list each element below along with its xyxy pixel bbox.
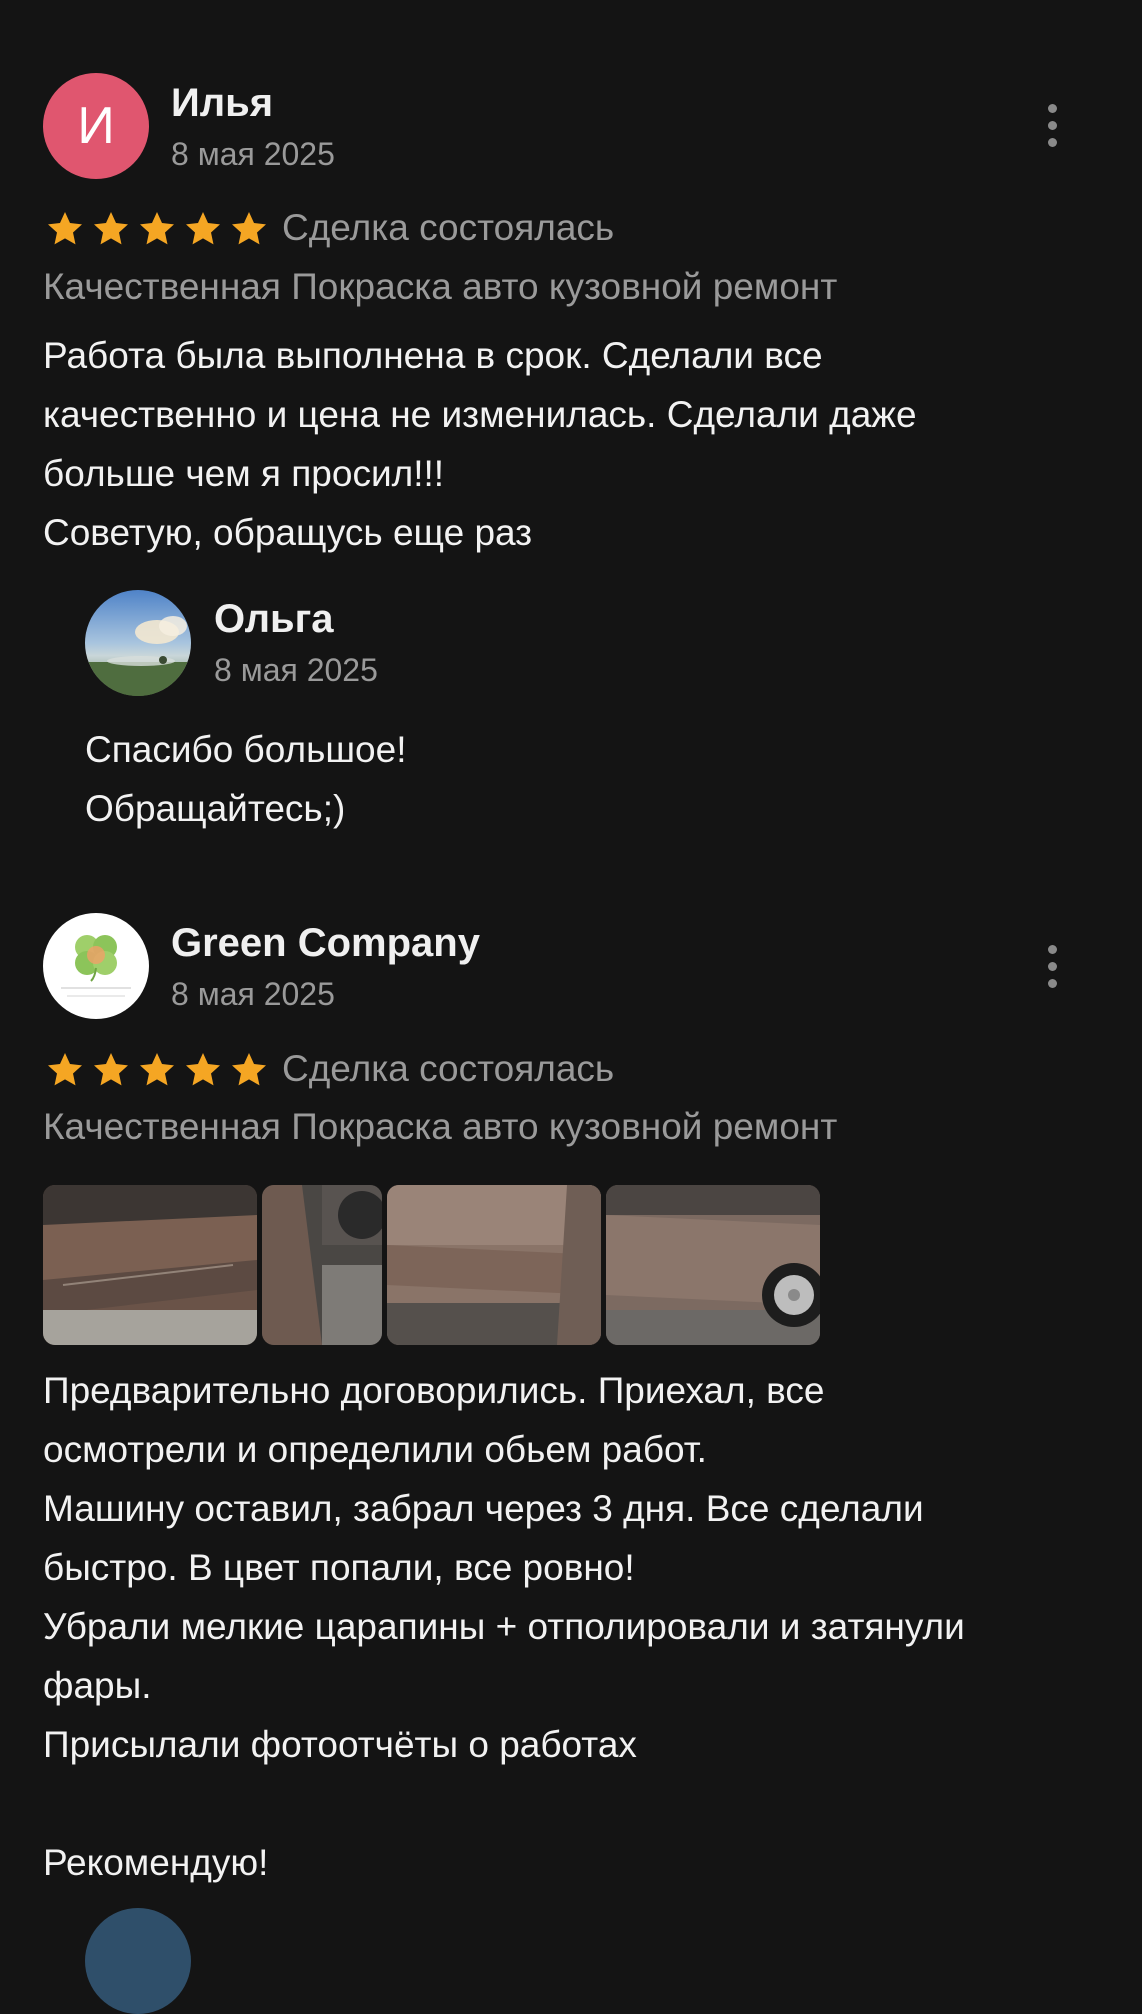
star-icon <box>186 1053 220 1086</box>
star-icon <box>94 1053 128 1086</box>
review-text-line: Советую, обращусь еще раз <box>43 512 533 553</box>
review-text-line: качественно и цена не изменилась. Сделал… <box>43 394 917 435</box>
star-icon <box>94 212 128 245</box>
rating-stars <box>44 209 270 249</box>
review-text-line: осмотрели и определили обьем работ. <box>43 1429 707 1470</box>
review-text-line: Рекомендую! <box>43 1842 269 1883</box>
dot <box>1047 137 1057 147</box>
review-text: Предварительно договорились. Приехал, вс… <box>43 1361 965 1892</box>
company-avatar[interactable] <box>43 913 149 1019</box>
service-title[interactable]: Качественная Покраска авто кузовной ремо… <box>43 266 837 308</box>
review-text-line: Присылали фотоотчёты о работах <box>43 1724 637 1765</box>
reply-text-line: Обращайтесь;) <box>85 788 346 829</box>
review-text-line: Предварительно договорились. Приехал, вс… <box>43 1370 825 1411</box>
car-rear-wheel-photo[interactable] <box>262 1185 382 1345</box>
dot <box>1047 103 1057 113</box>
reply-date: 8 мая 2025 <box>214 652 378 688</box>
more-options-button[interactable] <box>1032 95 1072 155</box>
clover-logo-icon <box>61 935 131 997</box>
review-card: И Илья 8 мая 2025 Сделка состоялась Каче… <box>0 0 1142 860</box>
dot <box>1047 978 1057 988</box>
car-rear-fender-photo[interactable] <box>606 1185 820 1345</box>
next-review-avatar <box>85 1908 191 2014</box>
star-icon <box>140 212 174 245</box>
service-title[interactable]: Качественная Покраска авто кузовной ремо… <box>43 1106 837 1148</box>
reply-text: Спасибо большое! Обращайтесь;) <box>85 720 407 838</box>
review-date: 8 мая 2025 <box>171 136 335 172</box>
star-icon <box>140 1053 174 1086</box>
review-text-line: Работа была выполнена в срок. Сделали вс… <box>43 335 823 376</box>
reply-avatar[interactable] <box>85 590 191 696</box>
review-text-line: быстро. В цвет попали, все ровно! <box>43 1547 635 1588</box>
review-date: 8 мая 2025 <box>171 976 335 1012</box>
more-options-button[interactable] <box>1032 936 1072 996</box>
car-door-sill-photo[interactable] <box>43 1185 257 1345</box>
star-icon <box>48 212 82 245</box>
review-text-line: Машину оставил, забрал через 3 дня. Все … <box>43 1488 924 1529</box>
star-icon <box>232 212 266 245</box>
review-photos <box>43 1185 820 1345</box>
avatar-letter: И <box>77 97 115 155</box>
rating-stars <box>44 1050 270 1090</box>
avatar[interactable]: И <box>43 73 149 179</box>
car-side-panel-photo[interactable] <box>387 1185 601 1345</box>
author-name[interactable]: Green Company <box>171 921 480 966</box>
review-text-line <box>43 1774 965 1833</box>
deal-status: Сделка состоялась <box>282 207 615 248</box>
dot <box>1047 944 1057 954</box>
review-text: Работа была выполнена в срок. Сделали вс… <box>43 326 917 562</box>
review-text-line: больше чем я просил!!! <box>43 453 445 494</box>
review-text-line: фары. <box>43 1665 152 1706</box>
star-icon <box>232 1053 266 1086</box>
deal-status: Сделка состоялась <box>282 1048 615 1089</box>
author-name[interactable]: Илья <box>171 81 273 126</box>
reply-text-line: Спасибо большое! <box>85 729 407 770</box>
star-icon <box>48 1053 82 1086</box>
landscape-avatar-image <box>85 590 191 696</box>
review-text-line: Убрали мелкие царапины + отполировали и … <box>43 1606 965 1647</box>
dot <box>1047 961 1057 971</box>
reply-author-name[interactable]: Ольга <box>214 597 334 642</box>
dot <box>1047 120 1057 130</box>
star-icon <box>186 212 220 245</box>
